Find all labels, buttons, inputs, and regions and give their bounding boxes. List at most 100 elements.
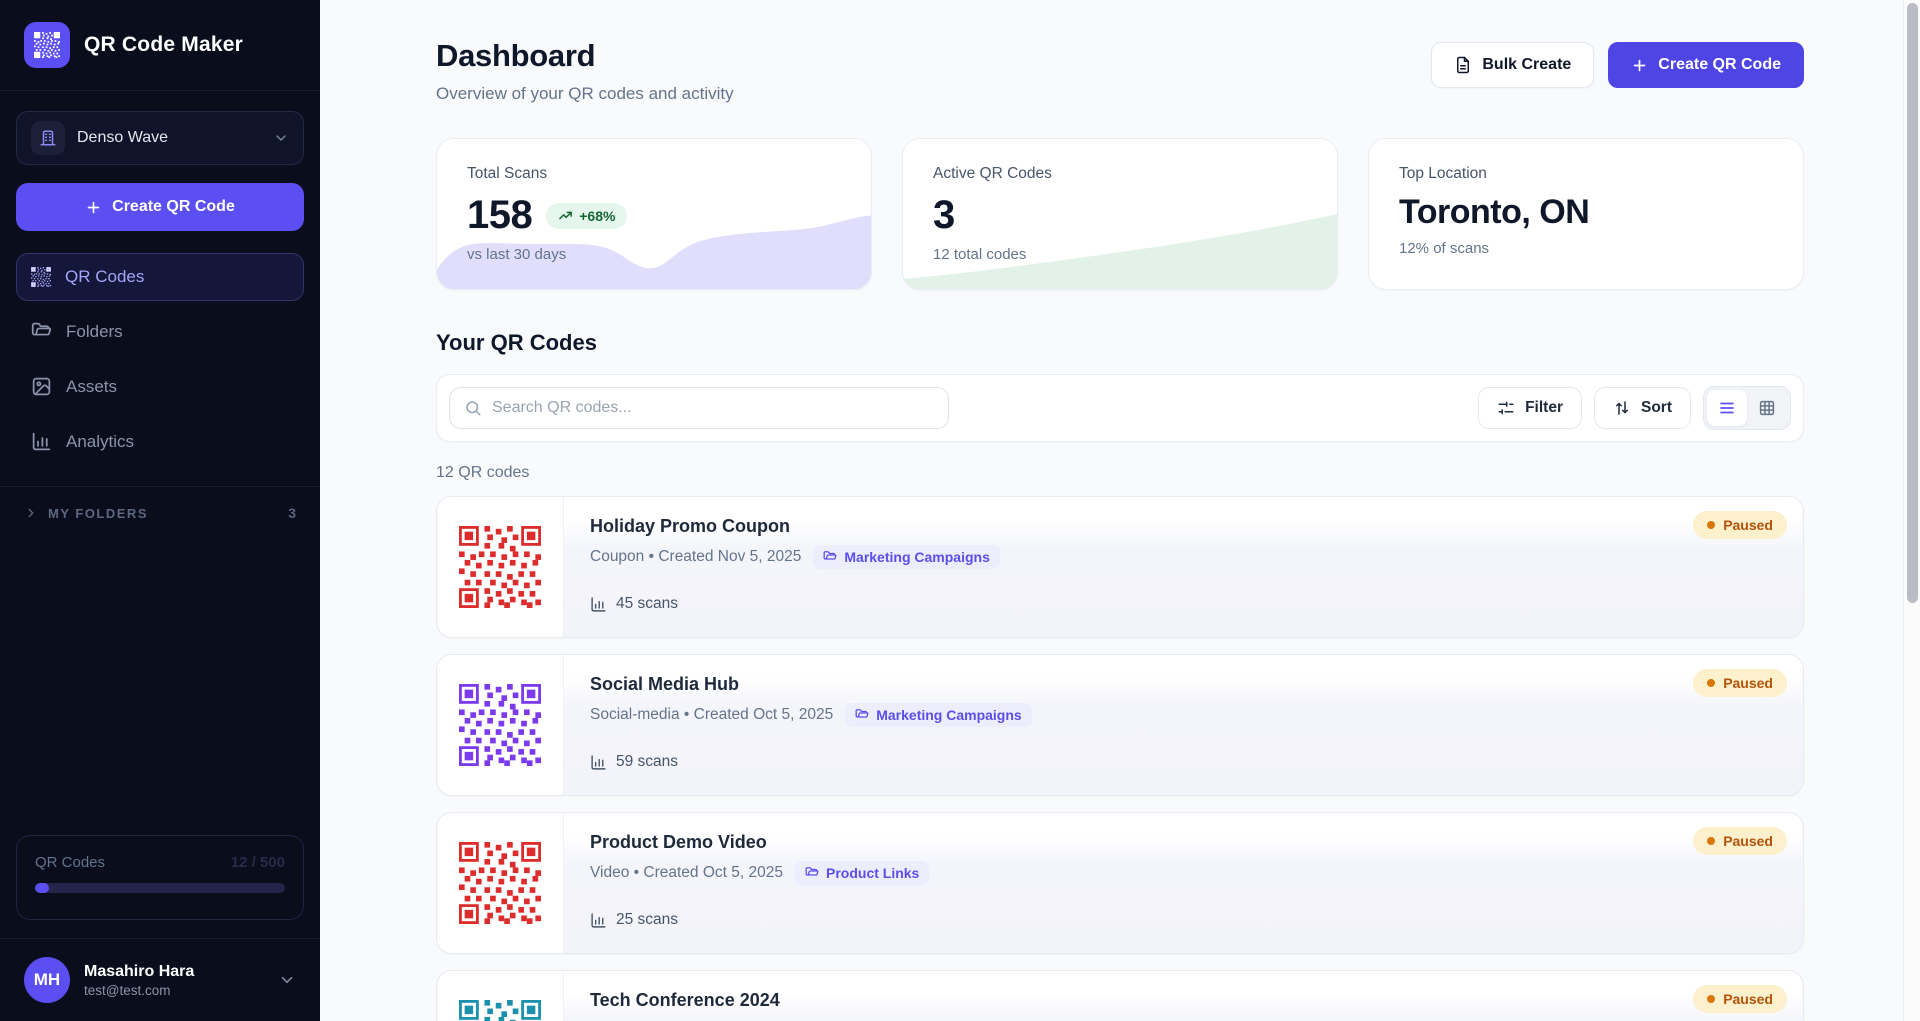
bar-chart-icon xyxy=(31,431,52,452)
view-toggle xyxy=(1703,386,1791,430)
scrollbar-thumb[interactable] xyxy=(1907,3,1918,603)
qr-title: Tech Conference 2024 xyxy=(590,990,1777,1011)
trend-badge: +68% xyxy=(546,203,627,229)
usage-label: QR Codes xyxy=(35,854,105,871)
qr-title: Social Media Hub xyxy=(590,674,1777,695)
filter-sliders-icon xyxy=(1497,399,1515,417)
folder-icon xyxy=(805,866,819,880)
list-view-button[interactable] xyxy=(1707,390,1747,426)
sort-button[interactable]: Sort xyxy=(1594,387,1691,429)
bulk-create-button[interactable]: Bulk Create xyxy=(1431,42,1594,88)
qr-meta: Coupon • Created Nov 5, 2025 xyxy=(590,548,801,566)
sidebar-nav: QR Codes Folders Assets Analytics xyxy=(16,253,304,466)
my-folders-toggle[interactable]: MY FOLDERS 3 xyxy=(0,487,320,539)
chevron-down-icon xyxy=(273,130,289,146)
status-dot xyxy=(1707,995,1715,1003)
sort-arrows-icon xyxy=(1613,399,1631,417)
active-codes-value: 3 xyxy=(933,193,955,238)
sidebar-spacer xyxy=(0,539,320,835)
folder-icon xyxy=(855,708,869,722)
qr-scans: 59 scans xyxy=(590,753,1777,771)
my-folders-count: 3 xyxy=(288,505,296,521)
list-icon xyxy=(1718,399,1736,417)
stat-card-top-location: Top Location Toronto, ON 12% of scans xyxy=(1368,138,1804,290)
bar-chart-icon xyxy=(590,596,607,613)
stats-row: Total Scans 158 +68% vs last 30 days Act… xyxy=(436,138,1804,290)
folder-chip[interactable]: Product Links xyxy=(795,861,929,885)
usage-card: QR Codes 12 / 500 xyxy=(16,835,304,920)
grid-view-button[interactable] xyxy=(1747,390,1787,426)
page-subtitle: Overview of your QR codes and activity xyxy=(436,84,734,104)
qr-list-heading: Your QR Codes xyxy=(436,330,1804,356)
sidebar-item-folders[interactable]: Folders xyxy=(16,307,304,356)
sidebar-item-analytics[interactable]: Analytics xyxy=(16,417,304,466)
app-root: QR Code Maker Denso Wave Create QR Code xyxy=(0,0,1920,1021)
qr-scans: 45 scans xyxy=(590,595,1777,613)
folder-chip[interactable]: Marketing Campaigns xyxy=(845,703,1031,727)
qr-list: Holiday Promo Coupon Coupon • Created No… xyxy=(436,496,1804,1021)
building-icon xyxy=(31,121,65,155)
qr-row-social-media-hub[interactable]: Social Media Hub Social-media • Created … xyxy=(436,654,1804,796)
stat-card-total-scans: Total Scans 158 +68% vs last 30 days xyxy=(436,138,872,290)
workspace-name: Denso Wave xyxy=(77,129,261,147)
stat-card-active-codes: Active QR Codes 3 12 total codes xyxy=(902,138,1338,290)
app-title: QR Code Maker xyxy=(84,33,243,57)
qr-thumbnail xyxy=(459,1000,541,1021)
qr-meta: Social-media • Created Oct 5, 2025 xyxy=(590,706,833,724)
total-scans-value: 158 xyxy=(467,193,532,238)
user-menu[interactable]: MH Masahiro Hara test@test.com xyxy=(0,938,320,1021)
qr-codes-icon xyxy=(31,267,51,287)
folder-chip[interactable]: Marketing Campaigns xyxy=(813,545,999,569)
scrollbar[interactable] xyxy=(1903,0,1920,1021)
file-text-icon xyxy=(1454,56,1472,74)
chevron-right-icon xyxy=(24,506,38,520)
qr-row-product-demo-video[interactable]: Product Demo Video Video • Created Oct 5… xyxy=(436,812,1804,954)
qr-thumbnail xyxy=(459,842,541,924)
filter-button[interactable]: Filter xyxy=(1478,387,1582,429)
sidebar-create-qr-button[interactable]: Create QR Code xyxy=(16,183,304,231)
status-dot xyxy=(1707,679,1715,687)
app-logo-qr-icon xyxy=(24,22,70,68)
sidebar-item-qr-codes[interactable]: QR Codes xyxy=(16,253,304,301)
top-location-value: Toronto, ON xyxy=(1399,193,1589,232)
create-qr-code-button[interactable]: Create QR Code xyxy=(1608,42,1804,88)
folder-icon xyxy=(31,321,52,342)
status-dot xyxy=(1707,521,1715,529)
usage-value: 12 / 500 xyxy=(231,854,285,871)
folder-icon xyxy=(823,550,837,564)
status-badge-paused: Paused xyxy=(1693,511,1787,539)
usage-progress-fill xyxy=(35,883,49,893)
qr-title: Product Demo Video xyxy=(590,832,1777,853)
grid-icon xyxy=(1758,399,1776,417)
qr-thumbnail xyxy=(459,526,541,608)
qr-row-tech-conference[interactable]: Tech Conference 2024 Paused xyxy=(436,970,1804,1021)
page-title: Dashboard xyxy=(436,38,734,74)
avatar: MH xyxy=(24,957,70,1003)
status-badge-paused: Paused xyxy=(1693,669,1787,697)
page-header: Dashboard Overview of your QR codes and … xyxy=(436,38,1804,104)
qr-title: Holiday Promo Coupon xyxy=(590,516,1777,537)
trending-up-icon xyxy=(558,208,573,223)
main-content: Dashboard Overview of your QR codes and … xyxy=(320,0,1920,1021)
qr-list-toolbar: Filter Sort xyxy=(436,374,1804,442)
workspace-selector[interactable]: Denso Wave xyxy=(16,111,304,165)
my-folders-label: MY FOLDERS xyxy=(48,506,278,521)
search-input[interactable] xyxy=(492,399,934,417)
user-name: Masahiro Hara xyxy=(84,963,264,981)
image-icon xyxy=(31,376,52,397)
qr-count-label: 12 QR codes xyxy=(436,464,1804,482)
status-badge-paused: Paused xyxy=(1693,985,1787,1013)
sidebar-header: QR Code Maker xyxy=(0,0,320,91)
qr-meta: Video • Created Oct 5, 2025 xyxy=(590,864,783,882)
status-dot xyxy=(1707,837,1715,845)
plus-icon xyxy=(1631,57,1648,74)
usage-progress-bar xyxy=(35,883,285,893)
sidebar-body: Denso Wave Create QR Code QR Codes xyxy=(0,91,320,466)
chevron-down-icon xyxy=(278,971,296,989)
qr-row-holiday-promo[interactable]: Holiday Promo Coupon Coupon • Created No… xyxy=(436,496,1804,638)
status-badge-paused: Paused xyxy=(1693,827,1787,855)
search-input-wrapper xyxy=(449,387,949,429)
bar-chart-icon xyxy=(590,754,607,771)
sidebar-item-assets[interactable]: Assets xyxy=(16,362,304,411)
qr-scans: 25 scans xyxy=(590,911,1777,929)
